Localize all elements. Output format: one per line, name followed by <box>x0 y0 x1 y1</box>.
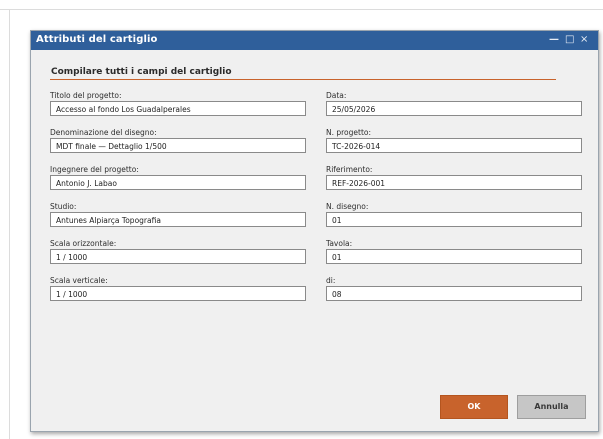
section-heading: Compilare tutti i campi del cartiglio <box>51 67 232 77</box>
drawing-name-label: Denominazione del disegno: <box>50 128 157 137</box>
sheet-label: Tavola: <box>326 239 353 248</box>
sheet-input[interactable] <box>326 249 582 264</box>
background-frame-line <box>0 9 603 10</box>
drawing-number-field-group: N. disegno: <box>326 201 582 227</box>
project-number-label: N. progetto: <box>326 128 372 137</box>
reference-label: Riferimento: <box>326 165 373 174</box>
date-field-group: Data: <box>326 90 582 116</box>
date-label: Data: <box>326 91 347 100</box>
project-title-field-group: Titolo del progetto: <box>50 90 306 116</box>
sheet-field-group: Tavola: <box>326 238 582 264</box>
maximize-icon[interactable]: □ <box>565 33 574 47</box>
close-icon[interactable]: × <box>580 33 588 47</box>
horizontal-scale-field-group: Scala orizzontale: <box>50 238 306 264</box>
drawing-number-input[interactable] <box>326 212 582 227</box>
project-number-field-group: N. progetto: <box>326 127 582 153</box>
title-block-attributes-dialog: Attributi del cartiglio — □ × Compilare … <box>30 30 599 432</box>
drawing-name-input[interactable] <box>50 138 306 153</box>
drawing-number-label: N. disegno: <box>326 202 369 211</box>
date-input[interactable] <box>326 101 582 116</box>
total-sheets-label: di: <box>326 276 336 285</box>
studio-field-group: Studio: <box>50 201 306 227</box>
vertical-scale-input[interactable] <box>50 286 306 301</box>
vertical-scale-field-group: Scala verticale: <box>50 275 306 301</box>
horizontal-scale-input[interactable] <box>50 249 306 264</box>
engineer-input[interactable] <box>50 175 306 190</box>
cancel-button[interactable]: Annulla <box>517 395 586 419</box>
engineer-field-group: Ingegnere del progetto: <box>50 164 306 190</box>
background-frame-line <box>9 9 10 439</box>
ok-button[interactable]: OK <box>440 395 508 419</box>
studio-input[interactable] <box>50 212 306 227</box>
minimize-icon[interactable]: — <box>549 33 559 47</box>
engineer-label: Ingegnere del progetto: <box>50 165 139 174</box>
total-sheets-field-group: di: <box>326 275 582 301</box>
section-divider <box>50 79 556 80</box>
horizontal-scale-label: Scala orizzontale: <box>50 239 117 248</box>
reference-field-group: Riferimento: <box>326 164 582 190</box>
project-title-input[interactable] <box>50 101 306 116</box>
project-number-input[interactable] <box>326 138 582 153</box>
reference-input[interactable] <box>326 175 582 190</box>
drawing-name-field-group: Denominazione del disegno: <box>50 127 306 153</box>
dialog-title: Attributi del cartiglio <box>36 34 158 45</box>
vertical-scale-label: Scala verticale: <box>50 276 108 285</box>
studio-label: Studio: <box>50 202 77 211</box>
dialog-titlebar[interactable]: Attributi del cartiglio — □ × <box>31 31 598 50</box>
total-sheets-input[interactable] <box>326 286 582 301</box>
project-title-label: Titolo del progetto: <box>50 91 122 100</box>
